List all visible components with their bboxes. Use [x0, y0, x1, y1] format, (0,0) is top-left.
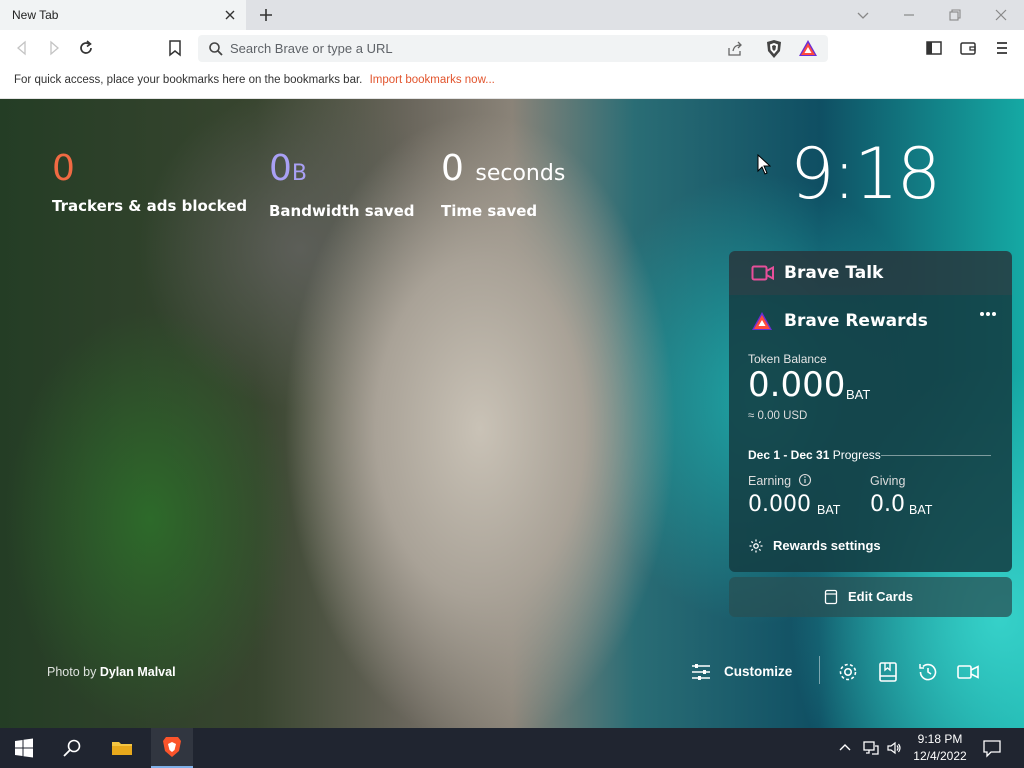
customize-label: Customize — [724, 664, 793, 679]
bookmarks-bar-message: For quick access, place your bookmarks h… — [14, 74, 363, 86]
giving-label: Giving — [870, 474, 906, 488]
close-window-icon[interactable] — [990, 4, 1012, 26]
stat-time: 0 seconds Time saved — [441, 148, 566, 221]
taskbar-clock[interactable]: 9:18 PM 12/4/2022 — [912, 731, 968, 765]
giving-value: 0.0 — [870, 492, 905, 517]
stat-bandwidth: 0B Bandwidth saved — [269, 148, 415, 221]
trackers-label: Trackers & ads blocked — [52, 197, 248, 215]
brave-browser-icon — [163, 737, 181, 757]
progress-period: Dec 1 - Dec 31 Progress — [748, 448, 881, 462]
new-tab-plus-icon[interactable] — [256, 5, 276, 25]
period-range: Dec 1 - Dec 31 — [748, 448, 830, 462]
brave-rewards-icon[interactable] — [798, 39, 818, 57]
bookmark-icon[interactable] — [165, 38, 185, 58]
tab-new-tab[interactable]: New Tab — [0, 0, 246, 30]
toolbar-divider — [819, 656, 820, 684]
mouse-cursor-icon — [757, 154, 771, 175]
search-icon[interactable] — [60, 736, 84, 760]
file-explorer-icon[interactable] — [110, 736, 134, 760]
edit-cards-button[interactable]: Edit Cards — [729, 577, 1012, 617]
earning-unit: BAT — [817, 503, 841, 517]
brave-taskbar-item[interactable] — [151, 728, 193, 768]
time-label: Time saved — [441, 202, 538, 220]
close-icon[interactable] — [222, 7, 238, 23]
giving-unit: BAT — [909, 503, 933, 517]
card-stack-icon — [824, 589, 838, 605]
taskbar-date: 12/4/2022 — [913, 749, 967, 763]
forward-icon[interactable] — [44, 38, 64, 58]
bat-logo-icon — [752, 312, 772, 330]
time-count: 0 — [441, 148, 464, 189]
tab-search-chevron-icon[interactable] — [852, 4, 874, 26]
reload-icon[interactable] — [76, 38, 96, 58]
windows-start-icon[interactable] — [12, 736, 36, 760]
more-options-icon[interactable] — [978, 307, 998, 321]
trackers-count: 0 — [52, 148, 75, 189]
sliders-icon — [692, 664, 710, 680]
bandwidth-unit: B — [291, 161, 307, 186]
brave-rewards-title: Brave Rewards — [784, 311, 928, 331]
back-icon[interactable] — [12, 38, 32, 58]
video-call-icon[interactable] — [956, 660, 980, 684]
taskbar-time: 9:18 PM — [917, 732, 963, 746]
rewards-settings-link[interactable]: Rewards settings — [773, 538, 881, 553]
share-icon[interactable] — [726, 40, 744, 58]
stat-trackers: 0 Trackers & ads blocked — [52, 148, 248, 216]
time-unit: seconds — [475, 161, 566, 186]
minimize-icon[interactable] — [898, 4, 920, 26]
bandwidth-count: 0 — [269, 148, 292, 189]
progress-divider — [881, 455, 991, 456]
brave-talk-title: Brave Talk — [784, 263, 884, 283]
token-balance-unit: BAT — [846, 387, 871, 402]
sidebar-icon[interactable] — [924, 38, 944, 58]
tab-strip: New Tab — [0, 0, 1024, 30]
menu-icon[interactable] — [992, 38, 1012, 58]
gear-icon — [749, 539, 763, 553]
tab-title: New Tab — [12, 8, 59, 22]
brave-shields-icon[interactable] — [765, 39, 783, 59]
info-icon[interactable] — [798, 473, 812, 487]
brave-rewards-card: Brave Rewards Token Balance 0.000 BAT ≈ … — [729, 295, 1012, 572]
network-icon[interactable] — [862, 740, 880, 756]
import-bookmarks-link[interactable]: Import bookmarks now... — [370, 74, 495, 86]
photo-credit-prefix: Photo by — [47, 665, 97, 679]
toolbar: Search Brave or type a URL — [0, 30, 1024, 66]
edit-cards-label: Edit Cards — [848, 589, 914, 604]
bandwidth-label: Bandwidth saved — [269, 202, 415, 220]
chevron-up-icon[interactable] — [838, 741, 852, 755]
wallet-icon[interactable] — [958, 38, 978, 58]
earning-label: Earning — [748, 474, 792, 488]
progress-label: Progress — [832, 448, 881, 462]
address-bar[interactable]: Search Brave or type a URL — [198, 35, 828, 62]
search-icon — [209, 42, 223, 56]
notifications-icon[interactable] — [982, 738, 1002, 758]
history-icon[interactable] — [916, 660, 940, 684]
video-camera-icon — [751, 265, 774, 281]
brave-talk-card[interactable]: Brave Talk — [729, 251, 1012, 295]
settings-gear-icon[interactable] — [836, 660, 860, 684]
earning-value: 0.000 — [748, 492, 811, 517]
bookmarks-icon[interactable] — [876, 660, 900, 684]
bookmarks-bar: For quick access, place your bookmarks h… — [0, 66, 1024, 99]
token-balance-value: 0.000 — [748, 365, 846, 405]
photo-credit[interactable]: Photo by Dylan Malval — [47, 665, 176, 679]
address-placeholder: Search Brave or type a URL — [230, 41, 393, 56]
new-tab-page: 0 Trackers & ads blocked 0B Bandwidth sa… — [0, 99, 1024, 728]
token-balance-usd: ≈ 0.00 USD — [748, 410, 808, 422]
volume-icon[interactable] — [886, 740, 902, 756]
token-balance-label: Token Balance — [748, 352, 827, 366]
restore-icon[interactable] — [944, 4, 966, 26]
taskbar: 9:18 PM 12/4/2022 — [0, 728, 1024, 768]
ntp-clock: 9:18 — [790, 133, 941, 215]
photo-credit-author: Dylan Malval — [99, 665, 176, 679]
